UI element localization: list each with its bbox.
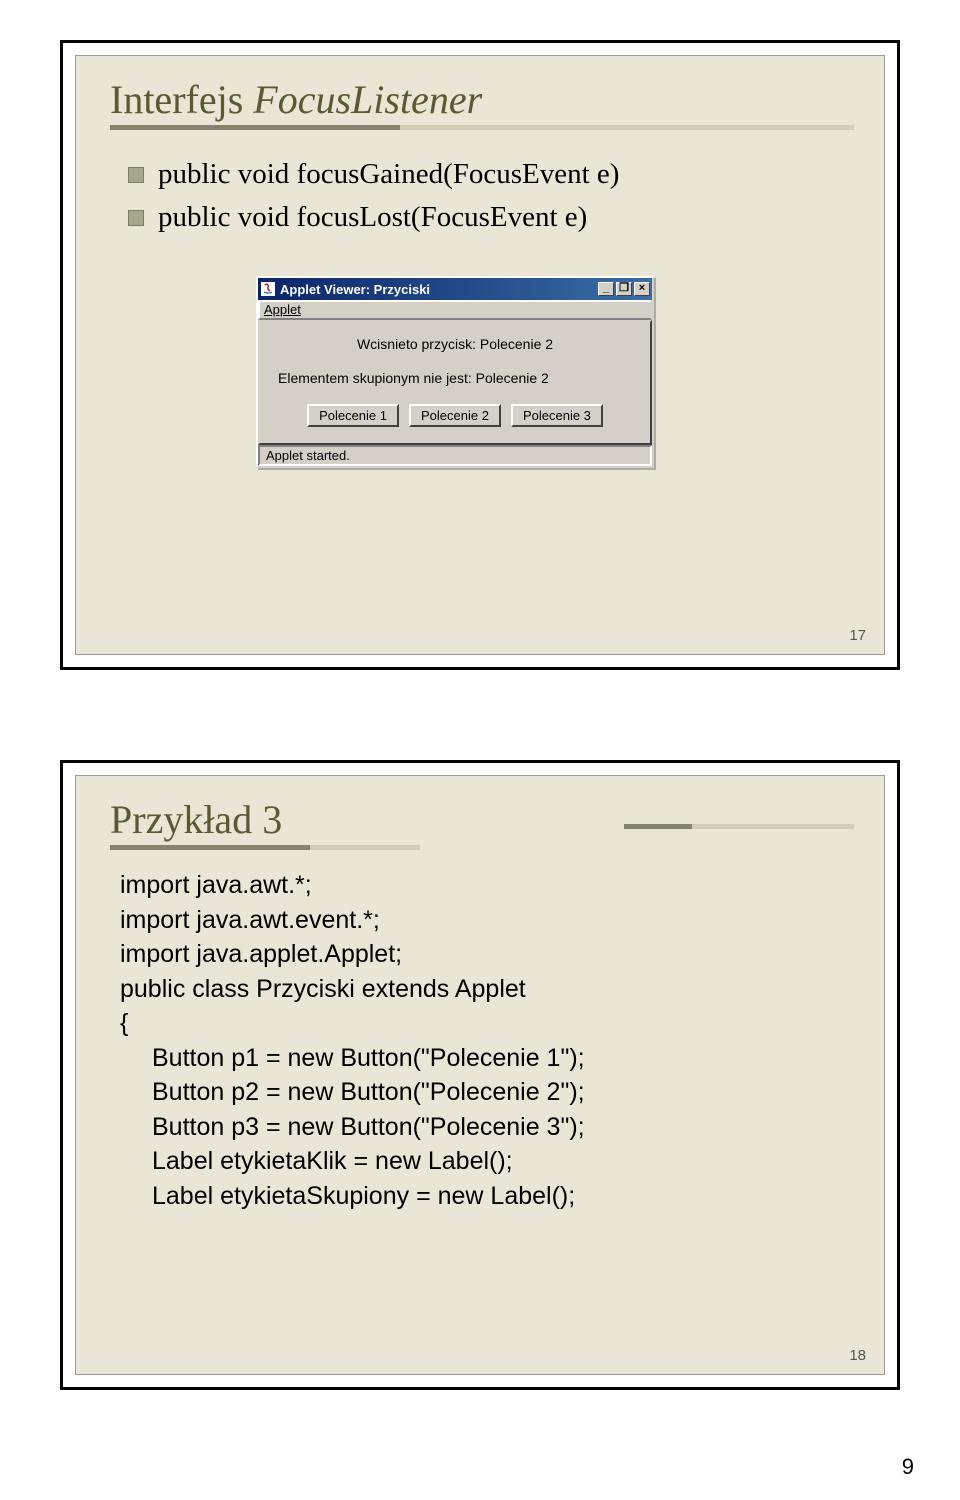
slide-title: Przykład 3 [110, 796, 854, 843]
java-icon [260, 281, 276, 297]
code-line: import java.awt.event.*; [120, 903, 854, 938]
bullet-text: public void focusGained(FocusEvent e) [158, 158, 619, 191]
button-polecenie-3[interactable]: Polecenie 3 [511, 404, 603, 427]
code-line: Label etykietaSkupiony = new Label(); [120, 1179, 854, 1214]
title-plain: Interfejs [110, 77, 253, 122]
code-line: public class Przyciski extends Applet [120, 972, 854, 1007]
code-line: { [120, 1006, 854, 1041]
bullet-list: public void focusGained(FocusEvent e) pu… [128, 158, 854, 234]
title-underline [110, 125, 854, 130]
slide-number: 18 [849, 1347, 866, 1364]
minimize-icon[interactable]: _ [598, 282, 614, 296]
bullet-icon [128, 210, 144, 226]
button-polecenie-1[interactable]: Polecenie 1 [307, 404, 399, 427]
menubar[interactable]: Applet [258, 300, 652, 320]
slide-number: 17 [849, 627, 866, 644]
applet-body: Wcisnieto przycisk: Polecenie 2 Elemente… [258, 320, 652, 445]
code-line: import java.applet.Applet; [120, 937, 854, 972]
code-line: Button p3 = new Button("Polecenie 3"); [120, 1110, 854, 1145]
slide-title: Interfejs FocusListener [110, 76, 854, 123]
applet-line1: Wcisnieto przycisk: Polecenie 2 [270, 336, 640, 352]
title-underline [110, 845, 854, 850]
code-block: import java.awt.*; import java.awt.event… [120, 868, 854, 1213]
button-row: Polecenie 1 Polecenie 2 Polecenie 3 [270, 404, 640, 427]
applet-line2: Elementem skupionym nie jest: Polecenie … [278, 370, 640, 386]
title-underline-right [624, 824, 854, 829]
code-line: import java.awt.*; [120, 868, 854, 903]
titlebar: Applet Viewer: Przyciski _ ❐ × [258, 278, 652, 300]
slide-1-inner: Interfejs FocusListener public void focu… [75, 55, 885, 655]
page-number: 9 [902, 1454, 914, 1480]
statusbar: Applet started. [258, 445, 652, 466]
slide-2: Przykład 3 import java.awt.*; import jav… [60, 760, 900, 1390]
code-line: Button p1 = new Button("Polecenie 1"); [120, 1041, 854, 1076]
list-item: public void focusGained(FocusEvent e) [128, 158, 854, 191]
slide-1: Interfejs FocusListener public void focu… [60, 40, 900, 670]
bullet-icon [128, 167, 144, 183]
code-line: Button p2 = new Button("Polecenie 2"); [120, 1075, 854, 1110]
applet-window: Applet Viewer: Przyciski _ ❐ × Applet Wc… [256, 276, 654, 468]
code-line: Label etykietaKlik = new Label(); [120, 1144, 854, 1179]
slide-2-inner: Przykład 3 import java.awt.*; import jav… [75, 775, 885, 1375]
button-polecenie-2[interactable]: Polecenie 2 [409, 404, 501, 427]
window-title: Applet Viewer: Przyciski [280, 282, 596, 297]
bullet-text: public void focusLost(FocusEvent e) [158, 201, 587, 234]
menu-applet[interactable]: Applet [264, 302, 301, 317]
maximize-icon[interactable]: ❐ [616, 282, 632, 296]
title-italic: FocusListener [253, 77, 482, 122]
close-icon[interactable]: × [634, 282, 650, 296]
list-item: public void focusLost(FocusEvent e) [128, 201, 854, 234]
